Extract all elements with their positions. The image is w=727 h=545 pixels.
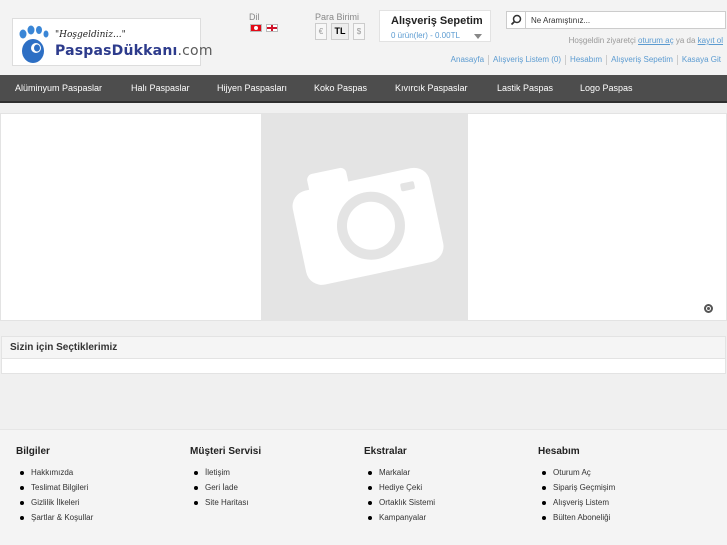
footer-link-terms[interactable]: Şartlar & Koşullar	[16, 510, 186, 525]
banner-slider[interactable]	[0, 113, 727, 321]
english-flag-icon[interactable]	[266, 24, 278, 32]
footer-link-brands[interactable]: Markalar	[364, 465, 534, 480]
footer-link-sitemap[interactable]: Site Haritası	[190, 495, 360, 510]
currency-tl-button[interactable]: TL	[331, 23, 349, 40]
cart-summary[interactable]: 0 ürün(ler) - 0.00TL	[391, 31, 460, 40]
menu-item-hygiene[interactable]: Hijyen Paspasları	[217, 75, 287, 101]
turkish-flag-icon[interactable]	[250, 24, 262, 32]
footer-link-affiliate[interactable]: Ortaklık Sistemi	[364, 495, 534, 510]
divider	[565, 55, 567, 65]
footer-link-about[interactable]: Hakkımızda	[16, 465, 186, 480]
cart-widget[interactable]: Alışveriş Sepetim 0 ürün(ler) - 0.00TL	[379, 10, 491, 42]
menu-item-curly[interactable]: Kıvırcık Paspaslar	[395, 75, 468, 101]
footer: Bilgiler Hakkımızda Teslimat Bilgileri G…	[0, 429, 727, 545]
slider-pager-dot[interactable]	[704, 304, 713, 313]
footer-link-login[interactable]: Oturum Aç	[538, 465, 708, 480]
divider	[488, 55, 490, 65]
logo-wordmark: PaspasDükkanı.com	[55, 43, 213, 59]
featured-title: Sizin için Seçtiklerimiz	[2, 337, 725, 359]
welcome-or: ya da	[675, 36, 696, 45]
menu-item-logo[interactable]: Logo Paspas	[580, 75, 633, 101]
chevron-down-icon[interactable]	[474, 34, 482, 39]
footer-link-delivery[interactable]: Teslimat Bilgileri	[16, 480, 186, 495]
cart-title: Alışveriş Sepetim	[391, 15, 483, 27]
footer-link-wishlist[interactable]: Alışveriş Listem	[538, 495, 708, 510]
footprint-logo-icon	[19, 25, 49, 63]
footer-heading: Ekstralar	[364, 446, 407, 457]
featured-picks: Sizin için Seçtiklerimiz	[1, 336, 726, 374]
footer-column-info: Bilgiler Hakkımızda Teslimat Bilgileri G…	[16, 446, 186, 525]
divider	[606, 55, 608, 65]
toplink-cart[interactable]: Alışveriş Sepetim	[611, 55, 673, 64]
menu-item-aluminum[interactable]: Alüminyum Paspaslar	[15, 75, 102, 101]
footer-column-service: Müşteri Servisi İletişim Geri İade Site …	[190, 446, 360, 510]
welcome-message: Hoşgeldin ziyaretçi oturum aç ya da kayı…	[569, 36, 723, 45]
toplink-wishlist[interactable]: Alışveriş Listem (0)	[493, 55, 561, 64]
toplink-checkout[interactable]: Kasaya Git	[682, 55, 721, 64]
logo-tld: .com	[177, 43, 213, 59]
register-link[interactable]: kayıt ol	[698, 36, 723, 45]
footer-link-specials[interactable]: Kampanyalar	[364, 510, 534, 525]
search-icon	[510, 14, 522, 26]
footer-heading: Hesabım	[538, 446, 580, 457]
footer-link-contact[interactable]: İletişim	[190, 465, 360, 480]
footer-heading: Müşteri Servisi	[190, 446, 262, 457]
site-logo[interactable]: "Hoşgeldiniz..." PaspasDükkanı.com	[12, 18, 212, 66]
menu-item-coco[interactable]: Koko Paspas	[314, 75, 367, 101]
footer-link-returns[interactable]: Geri İade	[190, 480, 360, 495]
welcome-text: Hoşgeldin ziyaretçi	[568, 36, 636, 45]
menu-item-carpet[interactable]: Halı Paspaslar	[131, 75, 190, 101]
divider	[676, 55, 678, 65]
footer-column-account: Hesabım Oturum Aç Sipariş Geçmişim Alışv…	[538, 446, 708, 525]
login-link[interactable]: oturum aç	[638, 36, 674, 45]
currency-label: Para Birimi	[315, 12, 360, 22]
footer-heading: Bilgiler	[16, 446, 50, 457]
currency-dollar-button[interactable]: $	[353, 23, 365, 40]
search-input[interactable]	[526, 11, 726, 29]
toplink-account[interactable]: Hesabım	[570, 55, 602, 64]
search-button[interactable]	[506, 11, 526, 29]
logo-tagline: "Hoşgeldiniz..."	[55, 30, 126, 40]
toplink-home[interactable]: Anasayfa	[451, 55, 484, 64]
language-label: Dil	[249, 12, 260, 22]
header: "Hoşgeldiniz..." PaspasDükkanı.com Dil P…	[0, 0, 727, 75]
currency-euro-button[interactable]: €	[315, 23, 327, 40]
footer-link-gift[interactable]: Hediye Çeki	[364, 480, 534, 495]
footer-link-privacy[interactable]: Gizlilik İlkeleri	[16, 495, 186, 510]
footer-column-extras: Ekstralar Markalar Hediye Çeki Ortaklık …	[364, 446, 534, 525]
top-links: Anasayfa Alışveriş Listem (0) Hesabım Alışv…	[451, 55, 721, 65]
logo-brand: Paspas	[55, 43, 112, 59]
logo-brand-rest: Dükkanı	[111, 43, 178, 59]
camera-icon	[292, 167, 444, 285]
category-menu: Alüminyum Paspaslar Halı Paspaslar Hijye…	[0, 75, 727, 103]
footer-link-newsletter[interactable]: Bülten Aboneliği	[538, 510, 708, 525]
menu-item-rubber[interactable]: Lastik Paspas	[497, 75, 553, 101]
slide-image-placeholder[interactable]	[261, 114, 468, 321]
footer-link-orders[interactable]: Sipariş Geçmişim	[538, 480, 708, 495]
